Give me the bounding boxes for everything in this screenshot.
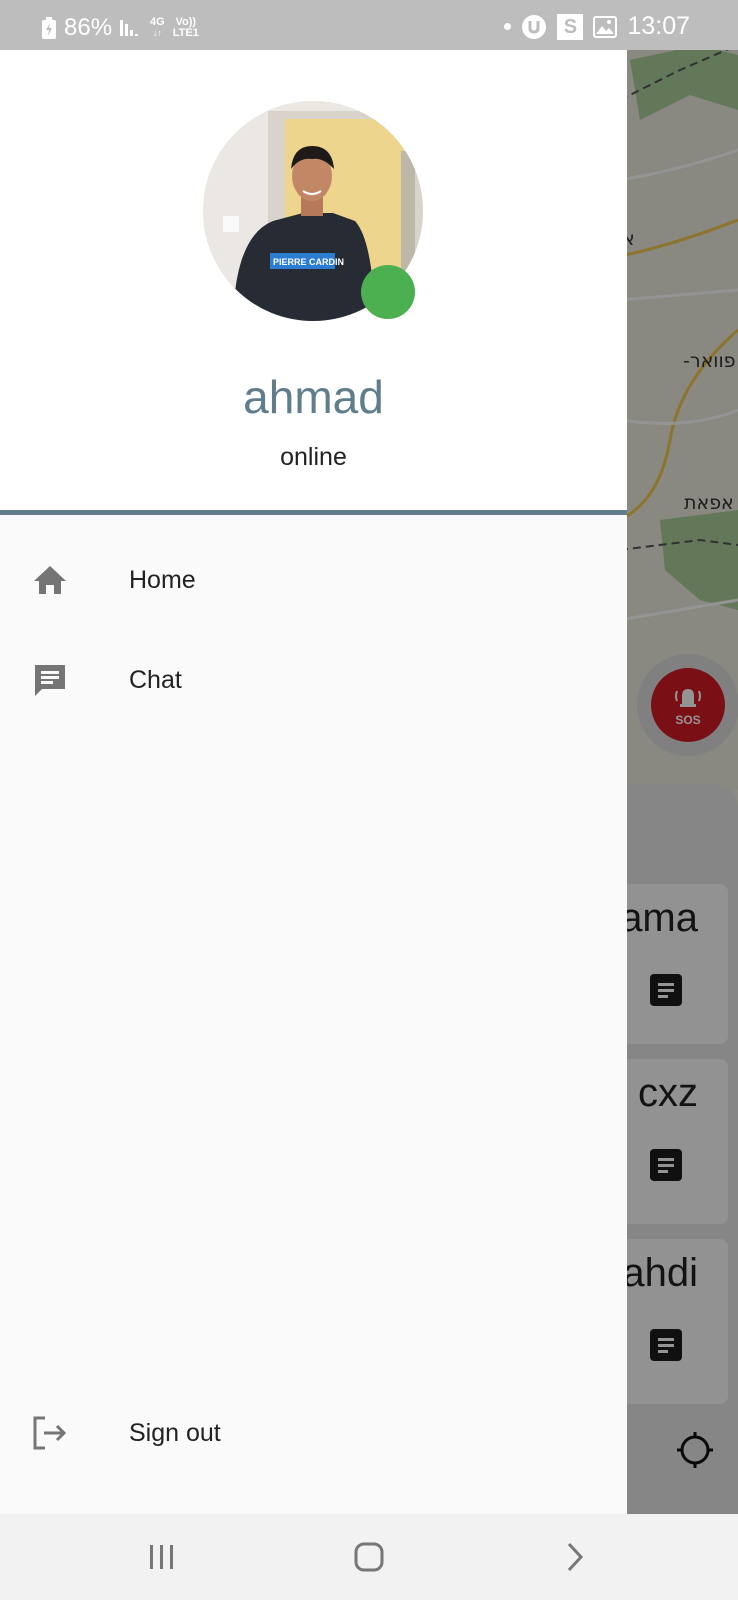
gallery-icon — [593, 15, 618, 38]
system-navigation-bar — [0, 1514, 738, 1600]
vpn-icon — [522, 14, 547, 39]
back-icon[interactable] — [550, 1532, 600, 1582]
sign-out-icon — [30, 1413, 70, 1453]
signal-icon — [120, 20, 139, 36]
recent-apps-icon[interactable] — [137, 1532, 187, 1582]
sign-out-label: Sign out — [129, 1418, 221, 1447]
drawer-item-chat[interactable]: Chat — [0, 640, 627, 720]
home-icon — [30, 560, 70, 600]
battery-percent: 86% — [64, 14, 113, 41]
network-type: 4G ↓↑ — [150, 16, 165, 39]
battery-charging-icon — [42, 17, 56, 39]
svg-text:PIERRE CARDIN: PIERRE CARDIN — [273, 257, 344, 267]
home-button-icon[interactable] — [344, 1532, 394, 1582]
user-status: online — [280, 443, 347, 471]
volte-indicator: Vo)) LTE1 — [172, 16, 199, 39]
status-bar: 86% 4G ↓↑ Vo)) LTE1 S 13:07 — [0, 0, 738, 50]
chat-icon — [30, 660, 70, 700]
sign-out-button[interactable]: Sign out — [0, 1393, 627, 1473]
drawer-item-label: Home — [129, 565, 196, 594]
drawer-header: PIERRE CARDIN ahmad online — [0, 50, 627, 515]
navigation-drawer: PIERRE CARDIN ahmad online Home Chat Sig… — [0, 50, 627, 1514]
online-status-dot — [361, 265, 415, 319]
user-name: ahmad — [243, 371, 384, 423]
drawer-item-home[interactable]: Home — [0, 540, 627, 620]
clock: 13:07 — [627, 12, 690, 40]
drawer-item-label: Chat — [129, 665, 182, 694]
s-app-icon: S — [557, 13, 584, 40]
dot-icon — [504, 23, 512, 30]
